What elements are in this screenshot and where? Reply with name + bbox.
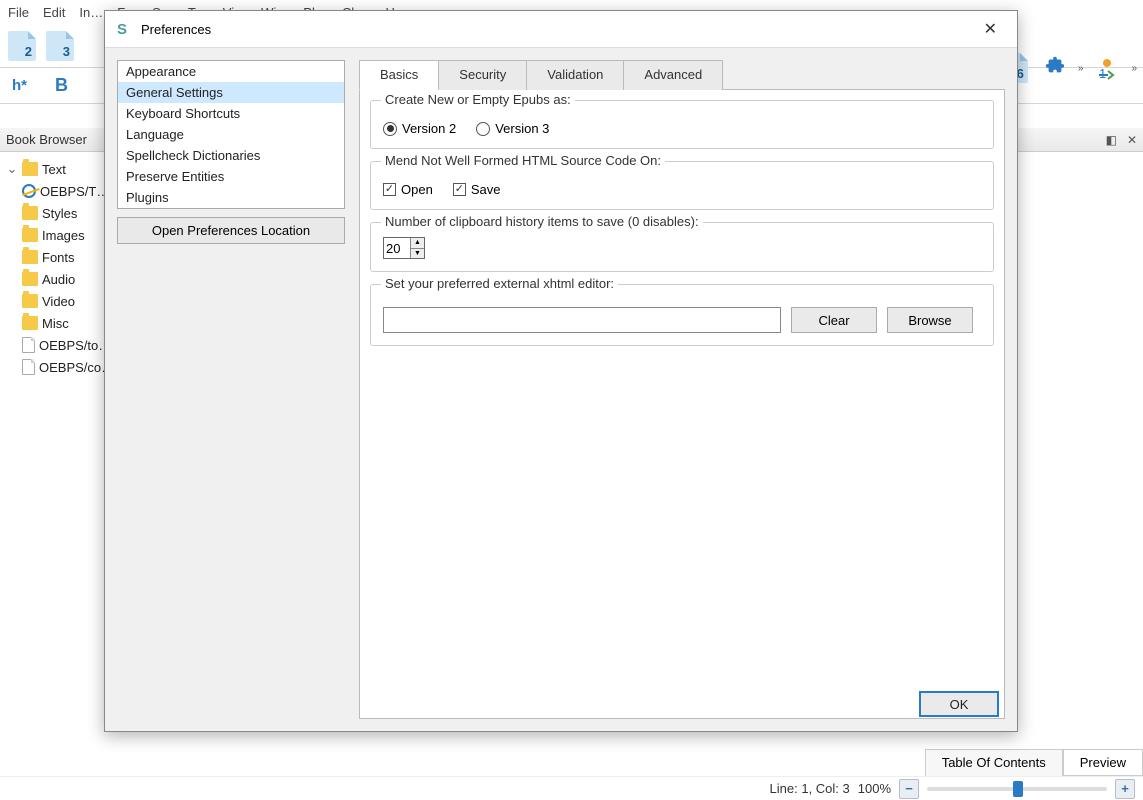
checkbox-label: Save <box>471 182 501 197</box>
clipboard-history-group: Number of clipboard history items to sav… <box>370 222 994 272</box>
tab-basics[interactable]: Basics <box>359 60 439 90</box>
plugins-icon[interactable] <box>1044 54 1066 82</box>
panel-close-icon[interactable]: ✕ <box>1127 133 1137 147</box>
statusbar: Line: 1, Col: 3 100% − + <box>0 776 1143 800</box>
folder-icon <box>22 228 38 242</box>
spin-up-icon[interactable]: ▲ <box>410 238 424 249</box>
tree-label: Styles <box>42 206 77 221</box>
folder-icon <box>22 162 38 176</box>
tab-validation[interactable]: Validation <box>526 60 624 90</box>
dialog-close-button[interactable]: ✕ <box>976 15 1005 43</box>
zoom-level: 100% <box>858 781 891 796</box>
radio-icon <box>383 122 397 136</box>
menu-edit[interactable]: Edit <box>43 5 65 20</box>
checkbox-icon <box>453 183 466 196</box>
folder-icon <box>22 294 38 308</box>
svg-text:1: 1 <box>1099 66 1106 80</box>
checkbox-label: Open <box>401 182 433 197</box>
external-editor-path-input[interactable] <box>383 307 781 333</box>
settings-tabs: Basics Security Validation Advanced <box>359 60 1005 90</box>
plugins-overflow[interactable]: » <box>1078 63 1084 74</box>
radio-label: Version 2 <box>402 121 456 136</box>
h2-icon: 2 <box>8 31 36 61</box>
zoom-thumb[interactable] <box>1013 781 1023 797</box>
mend-html-group: Mend Not Well Formed HTML Source Code On… <box>370 161 994 210</box>
tree-label: Misc <box>42 316 69 331</box>
tab-advanced[interactable]: Advanced <box>623 60 723 90</box>
tree-label: Audio <box>42 272 75 287</box>
tab-basics-content: Create New or Empty Epubs as: Version 2 … <box>359 89 1005 719</box>
tree-label: OEBPS/co… <box>39 360 114 375</box>
bottom-tabs: Table Of Contents Preview <box>925 749 1143 776</box>
spin-down-icon[interactable]: ▼ <box>410 249 424 259</box>
external-editor-group: Set your preferred external xhtml editor… <box>370 284 994 346</box>
bold-button[interactable]: B <box>55 75 68 96</box>
folder-icon <box>22 206 38 220</box>
tree-label: Video <box>42 294 75 309</box>
tab-preview[interactable]: Preview <box>1063 749 1143 776</box>
clear-button[interactable]: Clear <box>791 307 877 333</box>
h3-icon: 3 <box>46 31 74 61</box>
clipboard-history-input[interactable] <box>384 238 410 258</box>
folder-icon <box>22 316 38 330</box>
collapse-icon[interactable]: ⌄ <box>6 161 18 177</box>
epub-version-group: Create New or Empty Epubs as: Version 2 … <box>370 100 994 149</box>
radio-label: Version 3 <box>495 121 549 136</box>
tree-label: OEBPS/to… <box>39 338 111 353</box>
checkpoints-overflow[interactable]: » <box>1131 63 1137 74</box>
clipboard-history-spinbox[interactable]: ▲▼ <box>383 237 425 259</box>
category-general-settings[interactable]: General Settings <box>118 82 344 103</box>
tree-label: Fonts <box>42 250 75 265</box>
heading-dropdown[interactable]: h* <box>12 77 27 94</box>
category-preserve-entities[interactable]: Preserve Entities <box>118 166 344 187</box>
checkbox-icon <box>383 183 396 196</box>
clipboard-history-legend: Number of clipboard history items to sav… <box>381 214 703 229</box>
folder-icon <box>22 250 38 264</box>
tree-label: Images <box>42 228 85 243</box>
file-icon <box>22 337 35 353</box>
dialog-titlebar: S Preferences ✕ <box>105 11 1017 47</box>
tab-table-of-contents[interactable]: Table Of Contents <box>925 749 1063 776</box>
folder-icon <box>22 272 38 286</box>
panel-float-icon[interactable]: ◧ <box>1106 133 1117 147</box>
ok-button[interactable]: OK <box>919 691 999 717</box>
menu-file[interactable]: File <box>8 5 29 20</box>
cursor-position: Line: 1, Col: 3 <box>770 781 850 796</box>
category-plugins[interactable]: Plugins <box>118 187 344 208</box>
radio-icon <box>476 122 490 136</box>
app-icon: S <box>117 21 133 37</box>
category-language[interactable]: Language <box>118 124 344 145</box>
mend-html-legend: Mend Not Well Formed HTML Source Code On… <box>381 153 665 168</box>
category-appearance[interactable]: Appearance <box>118 61 344 82</box>
book-browser-title: Book Browser <box>6 132 87 147</box>
tab-security[interactable]: Security <box>438 60 527 90</box>
file-icon <box>22 359 35 375</box>
tree-label: OEBPS/T… <box>40 184 109 199</box>
preferences-dialog: S Preferences ✕ Appearance General Setti… <box>104 10 1018 732</box>
preferences-category-list: Appearance General Settings Keyboard Sho… <box>117 60 345 209</box>
category-keyboard-shortcuts[interactable]: Keyboard Shortcuts <box>118 103 344 124</box>
checkbox-mend-on-open[interactable]: Open <box>383 182 433 197</box>
zoom-slider[interactable] <box>927 787 1107 791</box>
heading-h2-button[interactable]: 2 <box>4 28 40 64</box>
heading-h3-button[interactable]: 3 <box>42 28 78 64</box>
checkpoints-icon[interactable]: 1 <box>1095 56 1119 80</box>
zoom-out-button[interactable]: − <box>899 779 919 799</box>
category-spellcheck[interactable]: Spellcheck Dictionaries <box>118 145 344 166</box>
epub-version-legend: Create New or Empty Epubs as: <box>381 92 575 107</box>
menu-insert[interactable]: In… <box>79 5 103 20</box>
radio-version-2[interactable]: Version 2 <box>383 121 456 136</box>
checkbox-mend-on-save[interactable]: Save <box>453 182 501 197</box>
external-editor-legend: Set your preferred external xhtml editor… <box>381 276 618 291</box>
zoom-in-button[interactable]: + <box>1115 779 1135 799</box>
html-file-icon <box>22 184 36 198</box>
radio-version-3[interactable]: Version 3 <box>476 121 549 136</box>
open-preferences-location-button[interactable]: Open Preferences Location <box>117 217 345 244</box>
dialog-title: Preferences <box>141 22 211 37</box>
tree-label: Text <box>42 162 66 177</box>
browse-button[interactable]: Browse <box>887 307 973 333</box>
